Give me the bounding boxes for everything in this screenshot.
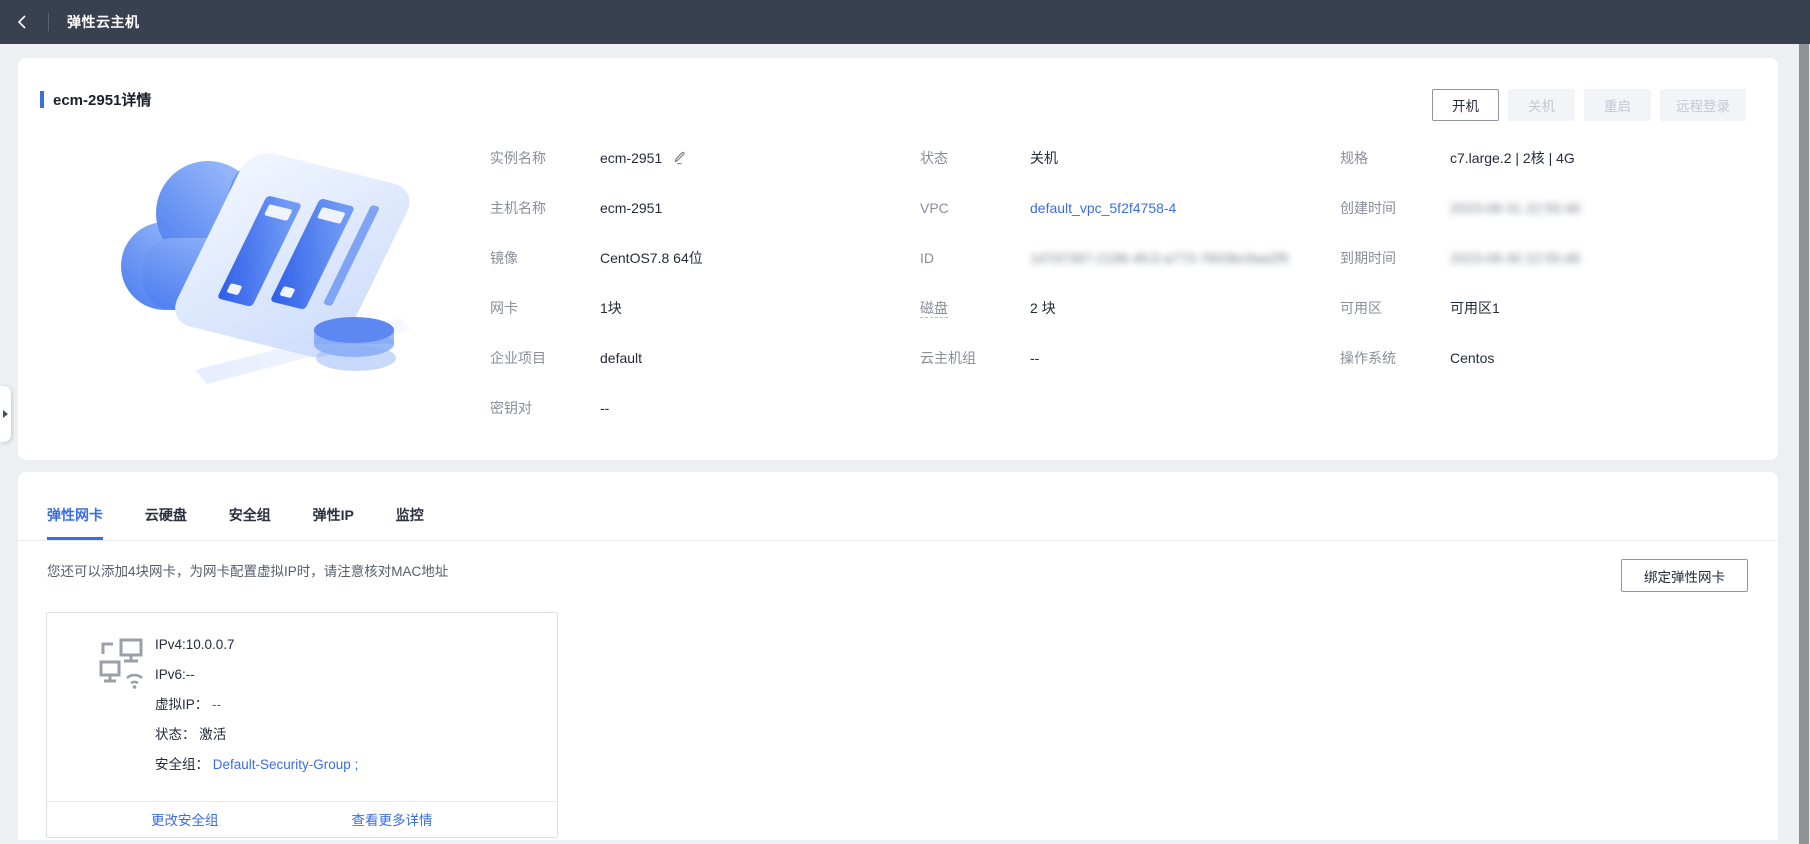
- nic-status-label: 状态：: [155, 727, 196, 742]
- field-value: ecm-2951: [600, 200, 663, 216]
- field-label: 创建时间: [1340, 200, 1396, 216]
- field-value: --: [1030, 350, 1040, 366]
- remote-login-button[interactable]: 远程登录: [1660, 89, 1746, 121]
- nic-note-text: 您还可以添加4块网卡，为网卡配置虚拟IP时，请注意核对MAC地址: [47, 564, 449, 579]
- nic-ipv6: IPv6:--: [155, 667, 195, 682]
- nic-info-lines: IPv4:10.0.0.7 IPv6:-- 虚拟IP： -- 状态： 激活 安全…: [155, 635, 358, 785]
- tab-elastic-ip[interactable]: 弹性IP: [313, 505, 354, 540]
- nic-card: IPv4:10.0.0.7 IPv6:-- 虚拟IP： -- 状态： 激活 安全…: [46, 612, 558, 838]
- detail-column-1: 实例名称 ecm-2951 主机名称 ecm-2951 镜像 CentOS7.8…: [490, 148, 920, 448]
- status-value: 关机: [1030, 150, 1058, 166]
- field-value: ecm-2951: [600, 150, 663, 166]
- field-value: default: [600, 350, 643, 366]
- detail-column-2: 状态 关机 VPC default_vpc_5f2f4758-4 ID 1d7d…: [920, 148, 1340, 448]
- chevron-left-icon: [17, 15, 26, 29]
- field-label: VPC: [920, 200, 949, 216]
- field-create-time: 创建时间 2023-08-31 22:55:48: [1340, 198, 1760, 218]
- field-label: 规格: [1340, 150, 1368, 166]
- field-host-name: 主机名称 ecm-2951: [490, 198, 920, 218]
- field-vpc: VPC default_vpc_5f2f4758-4: [920, 198, 1340, 218]
- scrollbar-thumb[interactable]: [1799, 44, 1809, 844]
- nic-status: 状态： 激活: [155, 725, 358, 745]
- field-instance-name: 实例名称 ecm-2951: [490, 148, 920, 168]
- field-expire-time: 到期时间 2023-09-30 22:55:48: [1340, 248, 1760, 268]
- nic-ipv4: IPv4:10.0.0.7: [155, 637, 235, 652]
- field-key-pair: 密钥对 --: [490, 398, 920, 418]
- field-value: 1块: [600, 300, 622, 316]
- field-label: 操作系统: [1340, 350, 1396, 366]
- detail-card-title: ecm-2951详情: [53, 92, 152, 109]
- network-icon: [99, 638, 143, 689]
- field-value: Centos: [1450, 350, 1495, 366]
- nic-security-group: 安全组： Default-Security-Group ;: [155, 755, 358, 775]
- field-nic-count: 网卡 1块: [490, 298, 920, 318]
- field-value: --: [600, 400, 610, 416]
- chevron-right-icon: [3, 410, 8, 418]
- back-button[interactable]: [0, 0, 44, 44]
- field-label: 镜像: [490, 250, 518, 266]
- create-time-redacted: 2023-08-31 22:55:48: [1450, 200, 1580, 216]
- cloud-server-illustration: [121, 153, 411, 384]
- nic-virtual-ip: 虚拟IP： --: [155, 695, 358, 715]
- nic-section-card: 弹性网卡 云硬盘 安全组 弹性IP 监控 您还可以添加4块网卡，为网卡配置虚拟I…: [18, 472, 1778, 840]
- field-enterprise-project: 企业项目 default: [490, 348, 920, 368]
- header-divider: [48, 13, 49, 31]
- server-detail-card: ecm-2951详情 开机 关机 重启 远程登录 实例名称 ecm-2951 主…: [18, 58, 1778, 460]
- field-id: ID 1d7d7367-2188-4fc3-a773-7603bc9aa2f9: [920, 248, 1340, 268]
- id-value-redacted: 1d7d7367-2188-4fc3-a773-7603bc9aa2f9: [1030, 250, 1289, 266]
- sg-label: 安全组：: [155, 757, 209, 772]
- top-header-bar: 弹性云主机: [0, 0, 1810, 44]
- detail-fields-grid: 实例名称 ecm-2951 主机名称 ecm-2951 镜像 CentOS7.8…: [490, 148, 1760, 448]
- sg-link[interactable]: Default-Security-Group ;: [213, 757, 359, 772]
- page-title: 弹性云主机: [67, 14, 140, 30]
- detail-column-3: 规格 c7.large.2 | 2核 | 4G 创建时间 2023-08-31 …: [1340, 148, 1760, 448]
- field-label: 状态: [920, 150, 948, 166]
- field-status: 状态 关机: [920, 148, 1340, 168]
- scrollbar[interactable]: [1798, 44, 1810, 844]
- field-value: CentOS7.8 64位: [600, 250, 703, 266]
- tab-monitoring[interactable]: 监控: [396, 505, 424, 540]
- virtual-ip-label: 虚拟IP：: [155, 697, 209, 712]
- field-label: 密钥对: [490, 400, 532, 416]
- field-flavor: 规格 c7.large.2 | 2核 | 4G: [1340, 148, 1760, 168]
- title-accent-bar: [40, 91, 44, 108]
- tab-cloud-disk[interactable]: 云硬盘: [145, 505, 187, 540]
- bind-elastic-nic-button[interactable]: 绑定弹性网卡: [1621, 559, 1748, 592]
- power-off-button[interactable]: 关机: [1508, 89, 1575, 121]
- tab-bar: 弹性网卡 云硬盘 安全组 弹性IP 监控: [18, 472, 1778, 541]
- field-label-tooltip: 磁盘: [920, 300, 948, 318]
- field-server-group: 云主机组 --: [920, 348, 1340, 368]
- field-label: 网卡: [490, 300, 518, 316]
- field-value: 2 块: [1030, 300, 1056, 316]
- field-disk: 磁盘 2 块: [920, 298, 1340, 318]
- vpc-link[interactable]: default_vpc_5f2f4758-4: [1030, 198, 1176, 218]
- field-os: 操作系统 Centos: [1340, 348, 1760, 368]
- field-label: 云主机组: [920, 350, 976, 366]
- field-image: 镜像 CentOS7.8 64位: [490, 248, 920, 268]
- edit-pencil-icon[interactable]: [672, 151, 686, 165]
- field-availability-zone: 可用区 可用区1: [1340, 298, 1760, 318]
- field-label: 主机名称: [490, 200, 546, 216]
- field-label: 可用区: [1340, 300, 1382, 316]
- tab-elastic-nic[interactable]: 弹性网卡: [47, 505, 103, 540]
- tab-security-group[interactable]: 安全组: [229, 505, 271, 540]
- panel-expand-handle[interactable]: [0, 386, 11, 442]
- field-label: 实例名称: [490, 150, 546, 166]
- field-value: 可用区1: [1450, 300, 1500, 316]
- nic-status-value: 激活: [199, 727, 227, 742]
- virtual-ip-link[interactable]: --: [212, 697, 221, 712]
- action-button-group: 开机 关机 重启 远程登录: [1432, 89, 1746, 121]
- field-label: 企业项目: [490, 350, 546, 366]
- field-label: ID: [920, 250, 934, 266]
- change-security-group-link[interactable]: 更改安全组: [151, 809, 219, 829]
- field-value: c7.large.2 | 2核 | 4G: [1450, 150, 1575, 166]
- restart-button[interactable]: 重启: [1584, 89, 1651, 121]
- view-more-details-link[interactable]: 查看更多详情: [352, 809, 433, 829]
- nic-card-footer: 更改安全组 查看更多详情: [47, 800, 557, 837]
- power-on-button[interactable]: 开机: [1432, 89, 1499, 121]
- expire-time-redacted: 2023-09-30 22:55:48: [1450, 250, 1580, 266]
- field-label: 到期时间: [1340, 250, 1396, 266]
